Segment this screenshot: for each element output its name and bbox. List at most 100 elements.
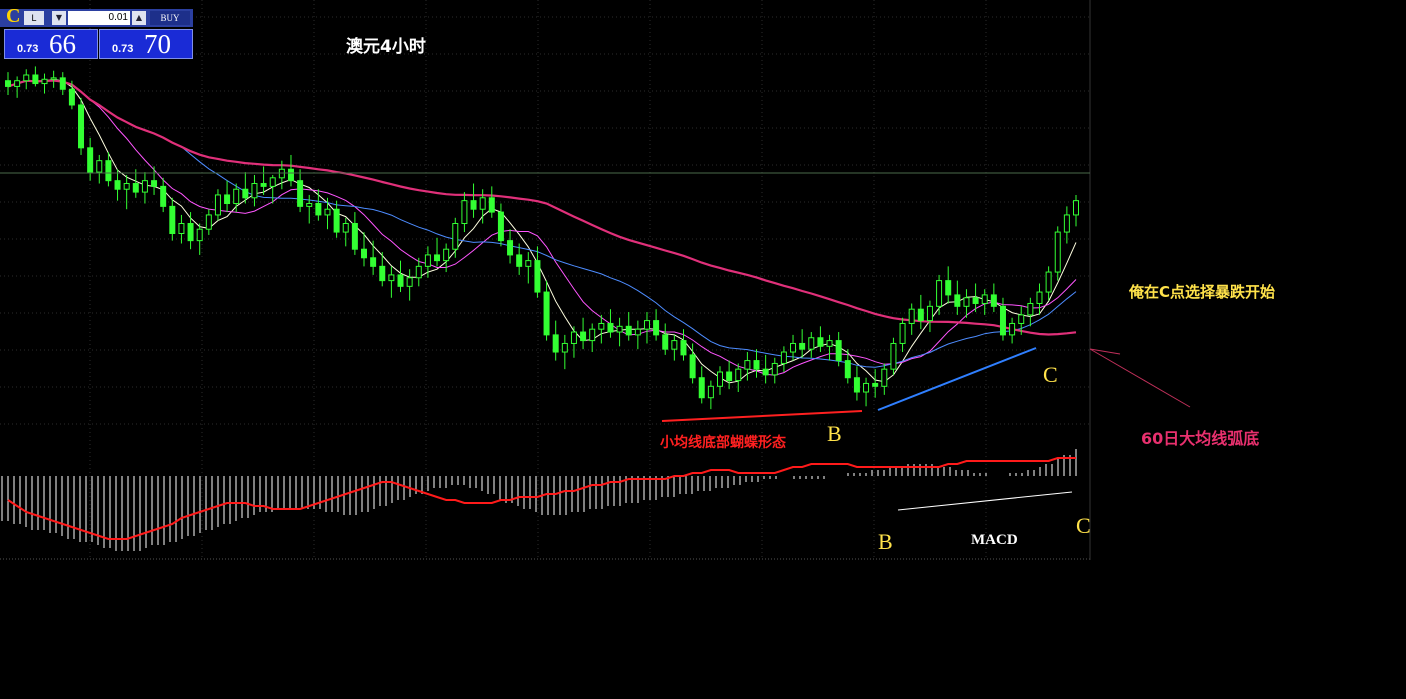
candle-body [87,147,94,173]
candle-body [269,177,276,187]
candle-body [826,340,833,347]
candle-body [132,183,139,193]
candle-body [516,254,523,267]
candle-body [771,362,778,376]
candle-body [351,223,358,250]
candle-body [1045,271,1052,293]
candle-body [497,211,504,242]
ma-line-3 [7,79,1077,368]
candle-body [160,185,167,207]
candle-body [1073,200,1079,216]
triangle-up-icon: ▲ [135,13,143,22]
candle-body [1018,314,1025,324]
candle-body [114,180,121,190]
candle-body [233,188,240,205]
candle-body [570,331,577,344]
candle-body [443,248,450,262]
candle-body [278,168,285,179]
lot-size-input[interactable]: 0.01 [68,11,130,25]
candle-body [178,223,185,234]
lot-decrease-button[interactable]: ▼ [52,11,66,25]
candle-body [96,160,103,173]
candle-body [790,342,797,353]
candle-body [744,360,751,370]
macd-label: MACD [971,532,1018,548]
ma60-arc-bottom-label: 60日大均线弧底 [1141,429,1260,448]
candle-body [388,274,395,282]
ask-price-button[interactable]: 0.73 70 [99,29,193,59]
candle-body [589,328,596,342]
lot-increase-button[interactable]: ▲ [132,11,146,25]
candle-body [890,342,897,370]
price-chart [0,0,1191,560]
candle-body [717,371,723,387]
candle-body [561,342,568,353]
sell-button[interactable]: L [24,11,44,25]
candle-body [908,308,915,324]
candle-body [251,183,258,199]
candle-body [260,183,267,187]
candle-body [452,223,459,250]
candle-body [598,322,605,330]
candle-body [196,228,203,242]
candle-body [224,194,231,205]
candle-body [434,254,441,262]
candle-body [762,368,769,376]
candle-body [397,274,404,287]
candle-body [324,208,331,216]
butterfly-pattern-label: 小均线底部蝴蝶形态 [660,435,786,451]
candle-body [726,371,733,382]
ask-price-pips: 70 [144,29,171,59]
candle-body [123,183,130,190]
candle-body [662,334,669,350]
buy-button[interactable]: BUY [150,11,190,25]
macd-trend-line [897,491,1073,511]
candle-body [169,205,176,234]
candle-body [543,291,550,336]
candle-body [990,294,997,307]
point-b-label-macd: B [878,529,893,554]
candle-body [306,203,313,207]
candle-body [424,254,431,267]
candle-body [945,280,952,296]
candle-body [808,337,815,350]
candle-body [616,325,623,333]
candle-body [333,208,340,233]
candle-body [342,223,349,233]
candle-body [643,320,650,330]
candle-body [981,294,988,304]
candle-body [14,80,21,87]
ask-price-prefix: 0.73 [112,43,134,55]
candle-body [1063,214,1070,233]
candle-body [917,308,924,322]
candle-body [470,200,477,210]
candle-body [844,360,851,379]
candle-body [680,340,687,356]
candle-body [315,203,322,216]
candle-body [926,305,933,322]
candle-body [653,320,660,336]
candle-body [835,340,842,362]
candle-body [479,197,486,210]
candle-body [972,297,979,304]
candle-body [936,280,943,307]
trade-panel-header: L ▼ 0.01 ▲ BUY [0,9,193,27]
bid-price-pips: 66 [49,29,76,59]
candle-body [780,351,787,364]
candle-body [205,214,212,230]
candle-body [297,180,304,207]
candle-body [361,248,367,259]
triangle-down-icon: ▼ [55,13,63,22]
candle-body [68,88,75,106]
candle-body [817,337,824,347]
candle-body [753,360,760,370]
candle-body [1009,322,1016,336]
uptrend-line [877,347,1037,411]
bid-price-button[interactable]: 0.73 66 [4,29,98,59]
candle-body [899,322,906,344]
candle-body [552,334,559,353]
bid-price-prefix: 0.73 [17,43,39,55]
candle-body [415,265,422,279]
candle-body [488,197,495,213]
note-c-point: 俺在C点选择暴跌开始 [1129,283,1276,301]
